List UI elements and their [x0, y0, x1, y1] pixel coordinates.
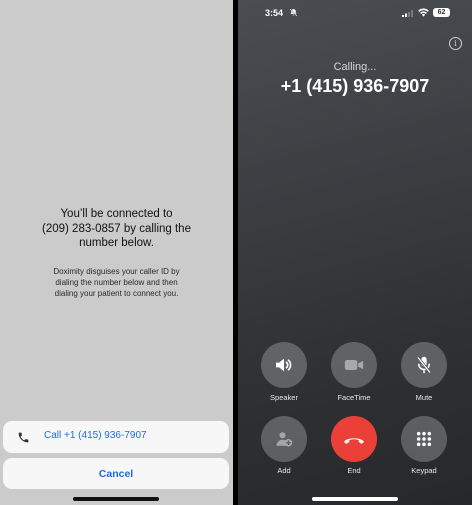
call-status: Calling... [333, 61, 377, 73]
keypad-label: Keypad [411, 466, 437, 475]
keypad-icon [416, 431, 432, 447]
add-call-button[interactable] [261, 416, 307, 462]
add-label: Add [277, 466, 291, 475]
explanation-line-3: dialing your patient to connect you. [54, 289, 179, 298]
facetime-label: FaceTime [337, 393, 371, 402]
status-time: 3:54 [265, 8, 284, 18]
end-call-button[interactable] [331, 416, 377, 462]
call-number-button[interactable]: Call +1 (415) 936-7907 [3, 421, 229, 453]
keypad-button[interactable] [401, 416, 447, 462]
ios-call-screen: 3:54 62 i Calling... +1 (415) 936-7907 S… [238, 0, 472, 505]
connection-message: You’ll be connected to (209) 283-0857 by… [0, 207, 233, 251]
microphone-muted-icon [416, 356, 432, 374]
cancel-label: Cancel [98, 467, 134, 480]
speaker-icon [276, 358, 292, 372]
connection-message-line-3: number below. [79, 237, 154, 249]
explanation-line-1: Doximity disguises your caller ID by [53, 267, 180, 276]
info-icon[interactable]: i [449, 37, 462, 50]
speaker-label: Speaker [270, 393, 298, 402]
doximity-call-panel: You’ll be connected to (209) 283-0857 by… [0, 0, 233, 505]
caller-id-explanation: Doximity disguises your caller ID by dia… [0, 266, 233, 299]
mute-button[interactable] [401, 342, 447, 388]
end-label: End [347, 466, 361, 475]
mute-label: Mute [415, 393, 433, 402]
facetime-camera-icon [344, 360, 364, 370]
speaker-button[interactable] [261, 342, 307, 388]
cellular-signal-icon [402, 10, 413, 17]
phone-icon [18, 432, 29, 443]
status-bar: 3:54 62 [238, 0, 472, 22]
dialed-number: +1 (415) 936-7907 [280, 76, 430, 96]
battery-indicator: 62 [433, 8, 450, 17]
wifi-icon [418, 8, 429, 17]
cancel-button[interactable]: Cancel [3, 458, 229, 489]
end-call-icon [344, 438, 364, 444]
connection-message-line-1: You’ll be connected to [60, 208, 173, 220]
home-indicator[interactable] [312, 497, 398, 501]
facetime-button[interactable] [331, 342, 377, 388]
connection-message-line-2: (209) 283-0857 by calling the [42, 222, 191, 235]
add-person-icon [276, 432, 293, 447]
silenced-bell-icon [289, 8, 298, 17]
explanation-line-2: dialing the number below and then [55, 278, 178, 287]
home-indicator[interactable] [73, 497, 159, 501]
call-number-label: Call +1 (415) 936-7907 [44, 430, 147, 441]
